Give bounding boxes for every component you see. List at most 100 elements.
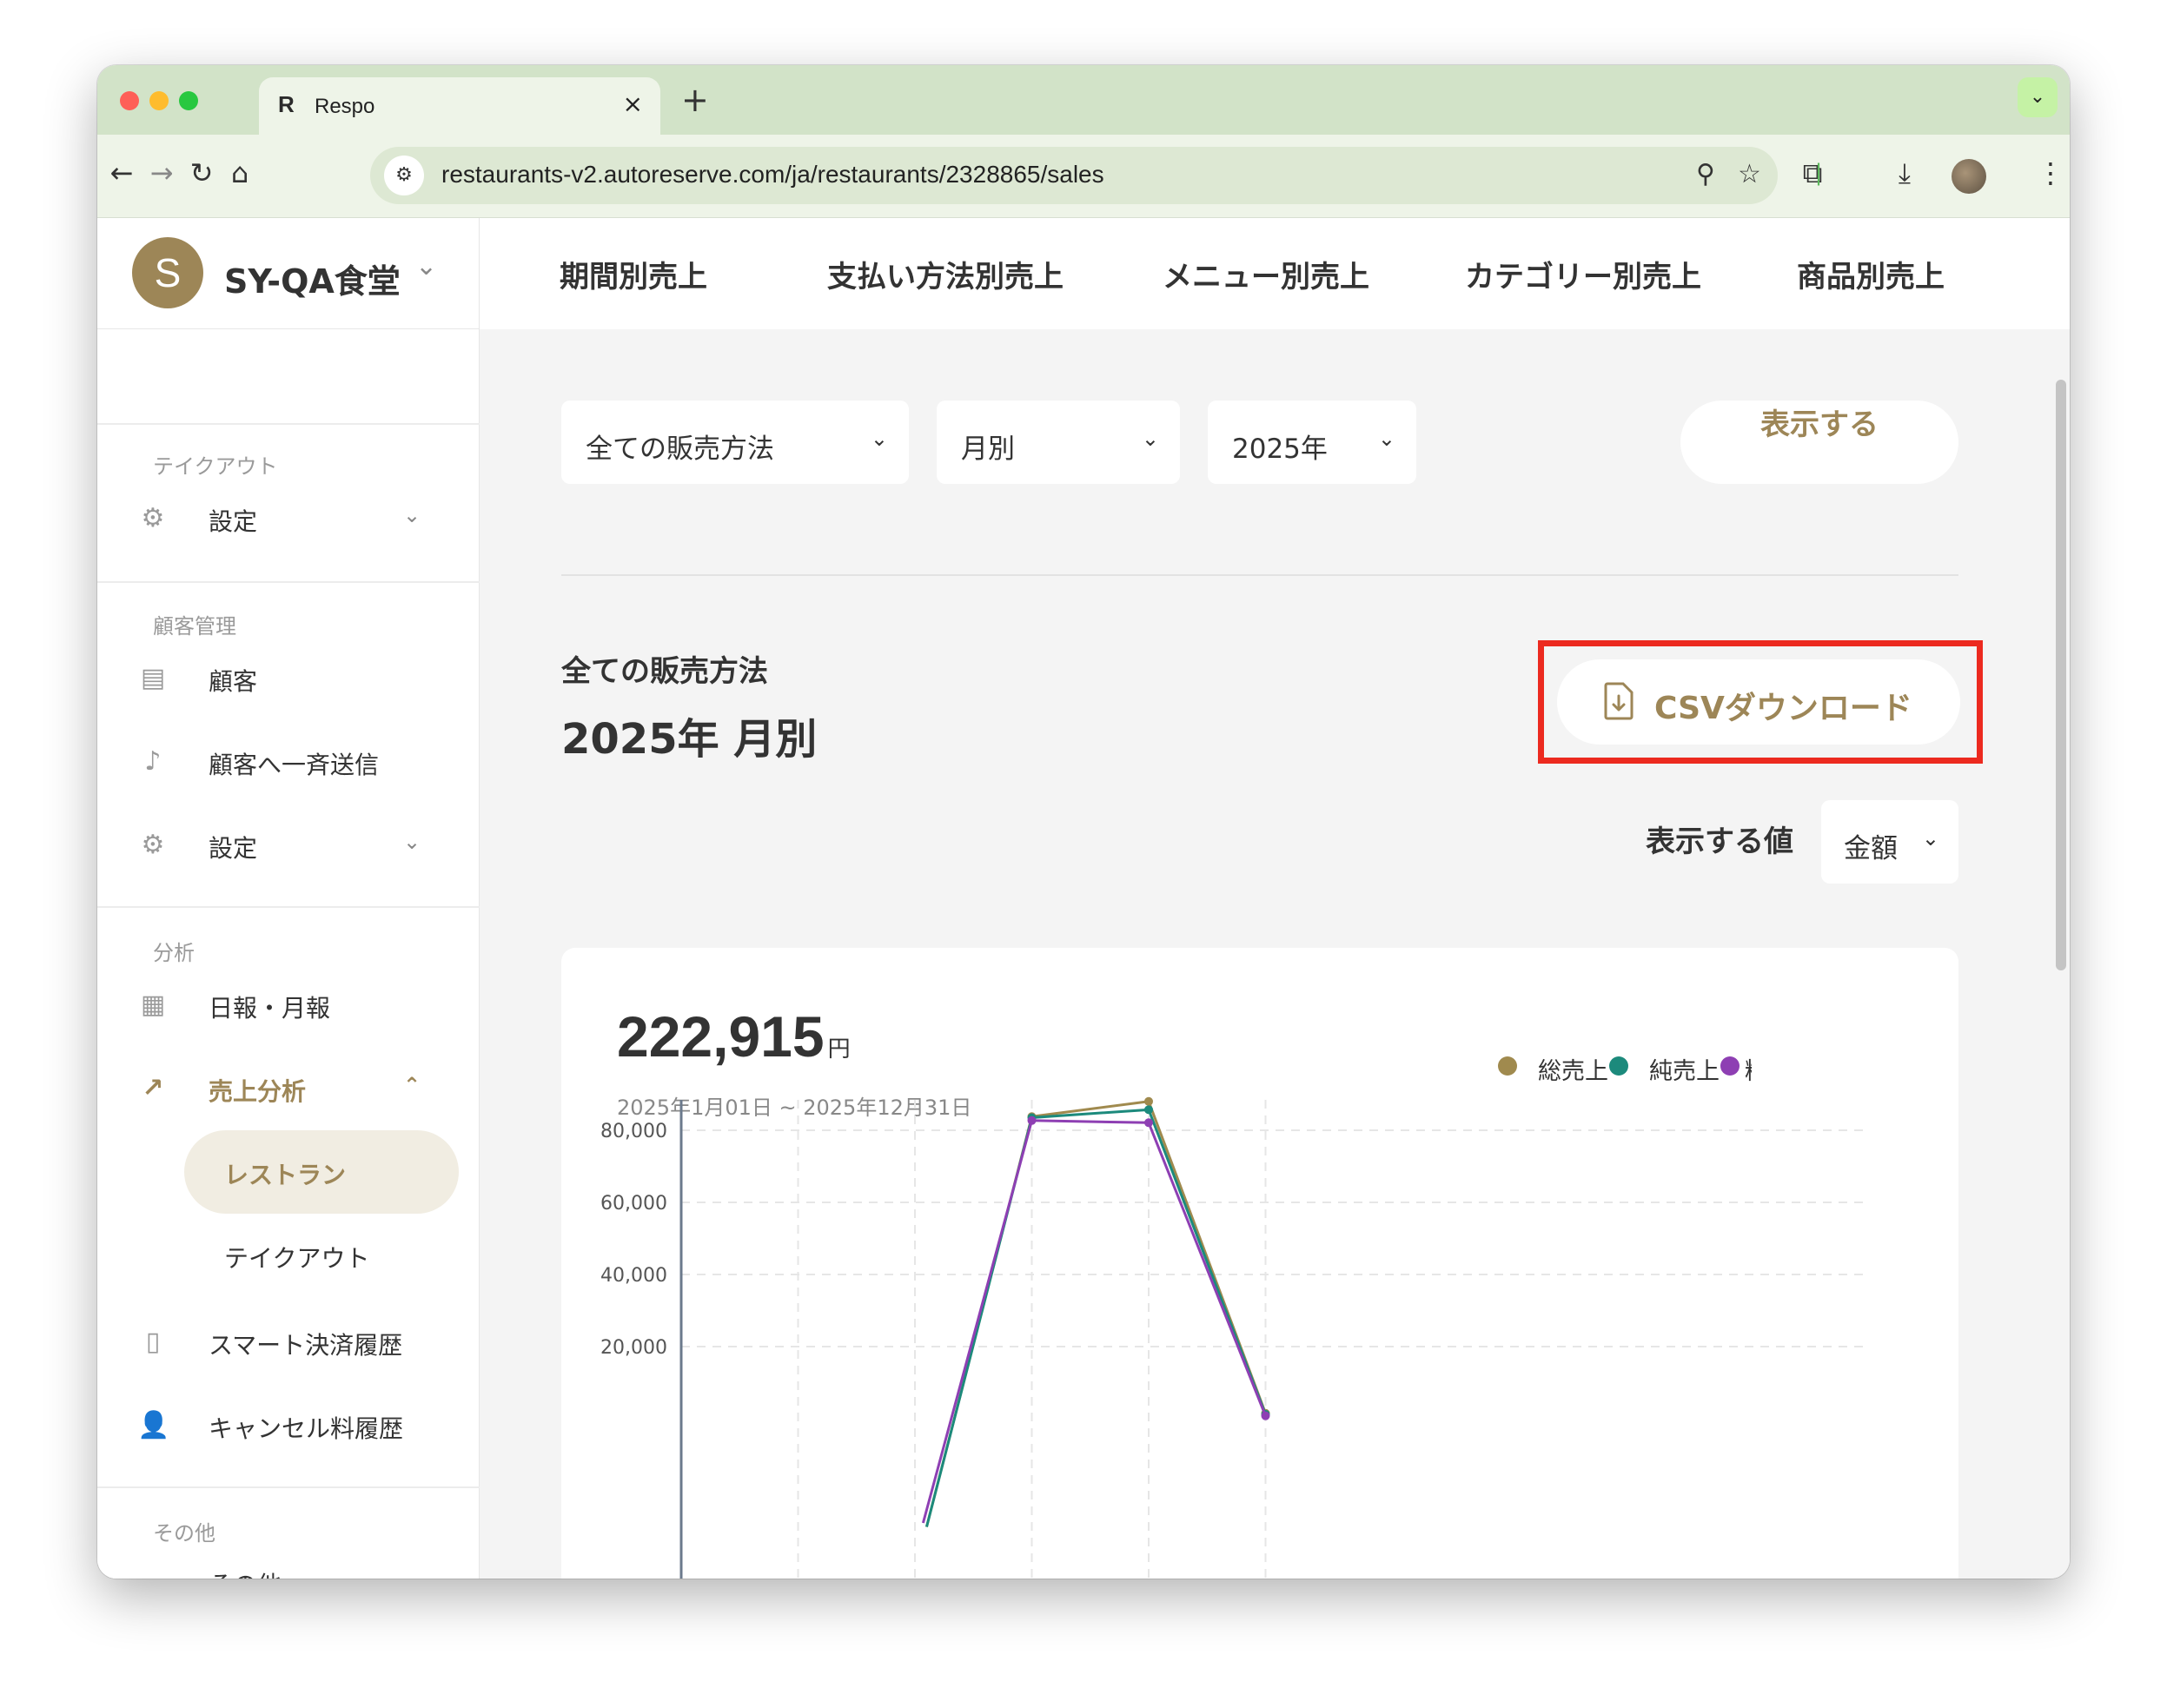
tab-payment-method-sales[interactable]: 支払い方法別売上 xyxy=(827,253,1064,295)
sales-line-chart: 80,000 60,000 40,000 20,000 xyxy=(600,1096,1865,1579)
sidebar-item-label: キャンセル料履歴 xyxy=(209,1414,404,1443)
chevron-down-icon: ⌄ xyxy=(1921,826,1939,851)
sidebar-item-label: レストラン xyxy=(224,1161,347,1189)
back-icon[interactable]: ← xyxy=(103,156,141,190)
zoom-icon[interactable]: ⚲ xyxy=(1696,157,1715,192)
year-select[interactable]: 2025年 ⌄ xyxy=(1208,401,1416,484)
sidebar-subitem-restaurant[interactable]: レストラン xyxy=(184,1130,459,1214)
reload-icon[interactable]: ↻ xyxy=(182,156,221,190)
report-subtitle: 全ての販売方法 xyxy=(561,654,768,689)
scrollbar[interactable] xyxy=(2052,371,2070,1579)
tab-search-icon[interactable]: ⌄ xyxy=(2018,77,2058,117)
chevron-up-icon: ⌃ xyxy=(403,1073,421,1097)
sidebar-divider xyxy=(97,423,480,425)
sidebar-item-label: 設定 xyxy=(209,507,258,536)
sidebar-item-label: 日報・月報 xyxy=(209,994,331,1023)
phone-icon: ▯ xyxy=(145,1327,161,1357)
chevron-down-icon: ⌄ xyxy=(415,251,438,281)
chevron-down-icon: ⌄ xyxy=(403,503,421,527)
sales-method-select[interactable]: 全ての販売方法 ⌄ xyxy=(561,401,909,484)
sidebar-item-label: 顧客 xyxy=(209,667,258,696)
y-tick-label: 40,000 xyxy=(600,1265,667,1287)
data-point xyxy=(1144,1105,1153,1115)
more-menu-icon[interactable]: ⋮ xyxy=(2031,156,2070,190)
new-tab-icon[interactable]: + xyxy=(681,83,709,117)
site-info-icon[interactable]: ⚙ xyxy=(384,156,424,195)
store-name: SY-QA食堂 xyxy=(224,262,401,301)
data-point xyxy=(1144,1118,1153,1128)
home-icon[interactable]: ⌂ xyxy=(221,156,259,190)
main-content: 期間別売上 支払い方法別売上 メニュー別売上 カテゴリー別売上 商品別売上 全て… xyxy=(480,218,2070,1579)
page: S SY-QA食堂 ⌄ テイクアウト ⚙ 設定 ⌄ 顧客管理 ▤ 顧客 ♪ 顧客… xyxy=(97,218,2070,1579)
tab-product-sales[interactable]: 商品別売上 xyxy=(1797,253,1945,295)
sidebar-item-label: 顧客へ一斉送信 xyxy=(209,751,380,779)
user-remove-icon: 👤 xyxy=(137,1410,170,1440)
store-switcher[interactable]: S SY-QA食堂 ⌄ xyxy=(97,218,479,329)
line-chart-icon: ↗ xyxy=(142,1073,164,1103)
chevron-down-icon: ⌄ xyxy=(1377,427,1395,451)
section-analysis: 分析 xyxy=(153,941,195,965)
divider xyxy=(561,574,1958,576)
profile-avatar[interactable] xyxy=(1952,159,1986,194)
sidebar-item-cancel-fee[interactable]: 👤 キャンセル料履歴 xyxy=(97,1391,480,1460)
show-button[interactable]: 表示する xyxy=(1680,401,1958,484)
display-value-select[interactable]: 金額 ⌄ xyxy=(1821,800,1958,884)
gear-icon: ⚙ xyxy=(141,503,165,533)
download-icon[interactable]: ⤓ xyxy=(1885,156,1924,190)
bookmark-star-icon[interactable]: ☆ xyxy=(1738,157,1761,192)
display-value-label: 表示する値 xyxy=(1646,824,1793,859)
maximize-window-button[interactable] xyxy=(179,91,198,110)
sidebar-item-other[interactable]: ⋯ その他 ⌄ xyxy=(97,1547,480,1579)
sidebar-item-takeout-settings[interactable]: ⚙ 設定 ⌄ xyxy=(97,484,480,553)
sidebar-item-customer-settings[interactable]: ⚙ 設定 ⌄ xyxy=(97,811,480,880)
sidebar-item-label: その他 xyxy=(209,1566,282,1579)
section-takeout: テイクアウト xyxy=(153,454,278,479)
bell-icon: ♪ xyxy=(144,746,162,777)
close-window-button[interactable] xyxy=(120,91,139,110)
address-bar[interactable]: ⚙ restaurants-v2.autoreserve.com/ja/rest… xyxy=(370,147,1778,204)
sidebar-item-label: 設定 xyxy=(209,834,258,863)
forward-icon[interactable]: → xyxy=(142,156,181,190)
close-tab-icon[interactable]: × xyxy=(623,91,643,117)
chevron-down-icon: ⌄ xyxy=(403,1566,421,1579)
tab-bar: R Respo × + ⌄ xyxy=(97,65,2070,136)
year-value: 2025年 xyxy=(1232,434,1328,465)
browser-toolbar: ← → ↻ ⌂ ⚙ restaurants-v2.autoreserve.com… xyxy=(97,135,2070,218)
url-text[interactable]: restaurants-v2.autoreserve.com/ja/restau… xyxy=(441,161,1104,189)
series-line xyxy=(921,1119,1267,1524)
section-customer: 顧客管理 xyxy=(153,614,236,639)
highlight-box xyxy=(1538,640,1983,764)
sidebar-divider xyxy=(97,906,480,908)
tab-period-sales[interactable]: 期間別売上 xyxy=(560,253,707,295)
tab-menu-sales[interactable]: メニュー別売上 xyxy=(1163,253,1369,295)
tab-category-sales[interactable]: カテゴリー別売上 xyxy=(1465,253,1701,295)
sales-chart-card: 222,915 円 2025年1月01日 ~ 2025年12月31日 総売上 純売… xyxy=(561,948,1958,1579)
sidebar-divider xyxy=(97,1486,480,1488)
sidebar-item-broadcast[interactable]: ♪ 顧客へ一斉送信 xyxy=(97,727,480,797)
extensions-icon[interactable]: ⧉ xyxy=(1793,156,1832,190)
sidebar-item-smart-payment[interactable]: ▯ スマート決済履歴 xyxy=(97,1307,480,1377)
sales-method-value: 全ての販売方法 xyxy=(586,434,774,465)
sidebar-subitem-takeout[interactable]: テイクアウト xyxy=(184,1214,459,1297)
favicon-icon: R xyxy=(278,91,295,117)
sidebar-divider xyxy=(97,581,480,583)
store-avatar: S xyxy=(132,237,203,308)
y-tick-label: 60,000 xyxy=(600,1193,667,1215)
scrollbar-thumb[interactable] xyxy=(2056,380,2066,970)
sidebar-item-label: スマート決済履歴 xyxy=(209,1331,403,1360)
toolbar-separator: | xyxy=(1814,160,1823,186)
sales-tabs: 期間別売上 支払い方法別売上 メニュー別売上 カテゴリー別売上 商品別売上 xyxy=(480,218,2070,329)
period-value: 月別 xyxy=(961,434,1015,465)
minimize-window-button[interactable] xyxy=(149,91,169,110)
sidebar-item-customers[interactable]: ▤ 顧客 xyxy=(97,644,480,713)
clipboard-icon: ▦ xyxy=(140,990,166,1020)
y-tick-label: 20,000 xyxy=(600,1337,667,1359)
sidebar-item-daily-report[interactable]: ▦ 日報・月報 xyxy=(97,970,480,1040)
series-line xyxy=(924,1100,1267,1527)
chevron-down-icon: ⌄ xyxy=(1141,427,1159,451)
browser-tab[interactable]: R Respo × xyxy=(259,77,660,136)
data-point xyxy=(1027,1115,1037,1125)
sidebar-item-sales-analysis[interactable]: ↗ 売上分析 ⌃ xyxy=(97,1054,480,1123)
period-select[interactable]: 月別 ⌄ xyxy=(937,401,1180,484)
browser-window: R Respo × + ⌄ ← → ↻ ⌂ ⚙ restaurants-v2.a… xyxy=(97,65,2070,1579)
